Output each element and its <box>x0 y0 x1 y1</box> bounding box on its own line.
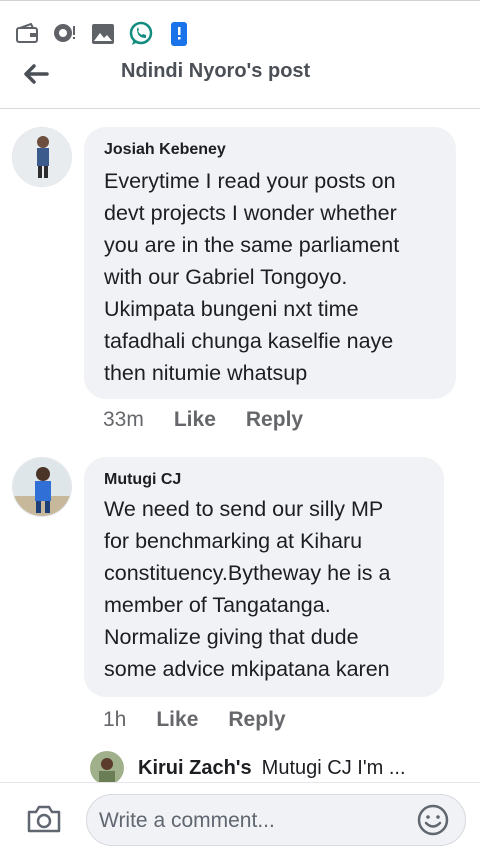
comment-author[interactable]: Mutugi CJ <box>104 471 181 489</box>
reply-button[interactable]: Reply <box>228 708 285 732</box>
whatsapp-icon <box>128 21 154 47</box>
comment-input[interactable]: Write a comment... <box>86 794 466 846</box>
comment-text: Everytime I read your posts on devt proj… <box>104 169 400 385</box>
comment-author[interactable]: Josiah Kebeney <box>104 141 226 159</box>
like-button[interactable]: Like <box>174 408 216 432</box>
back-arrow-icon[interactable] <box>18 56 54 92</box>
avatar[interactable] <box>12 127 72 187</box>
chat-bubble-icon <box>52 21 78 47</box>
reply-button[interactable]: Reply <box>246 408 303 432</box>
comment-bubble[interactable]: Josiah Kebeney Everytime I read your pos… <box>84 127 456 399</box>
comment-text: We need to send our silly MP for benchma… <box>104 497 391 681</box>
comment-bubble[interactable]: Mutugi CJ We need to send our silly MP f… <box>84 457 444 697</box>
comment-actions: 1h Like Reply <box>103 708 316 732</box>
comment-actions: 33m Like Reply <box>103 408 333 432</box>
like-button[interactable]: Like <box>156 708 198 732</box>
reply-author[interactable]: Kirui Zach's <box>138 757 252 780</box>
post-header: Ndindi Nyoro's post <box>0 58 480 109</box>
comment-composer: Write a comment... <box>0 782 480 855</box>
camera-icon[interactable] <box>24 801 64 837</box>
reply-snippet: Mutugi CJ I'm ... <box>261 756 406 779</box>
gallery-icon <box>90 21 116 47</box>
wallet-icon <box>14 21 40 47</box>
comment-placeholder: Write a comment... <box>99 809 275 832</box>
status-bar <box>0 0 480 58</box>
phone-alert-icon <box>166 21 192 47</box>
avatar[interactable] <box>12 457 72 517</box>
comment-time: 33m <box>103 408 144 431</box>
status-icons <box>14 21 192 47</box>
avatar[interactable] <box>90 751 124 785</box>
page-title: Ndindi Nyoro's post <box>121 60 311 82</box>
comment-time: 1h <box>103 708 127 731</box>
emoji-icon[interactable] <box>417 804 449 836</box>
